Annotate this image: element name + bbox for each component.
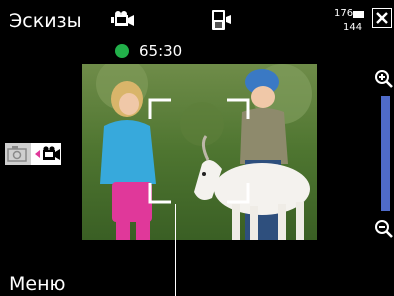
close-button[interactable] bbox=[372, 8, 392, 28]
page-title: Эскизы bbox=[9, 10, 82, 32]
focus-frame bbox=[148, 98, 250, 204]
zoom-out-icon bbox=[374, 219, 393, 238]
focus-indicator-line bbox=[175, 204, 176, 296]
close-icon bbox=[376, 12, 388, 24]
resolution-height: 144 bbox=[343, 22, 363, 33]
video-camera-icon[interactable] bbox=[110, 9, 136, 31]
menu-softkey[interactable]: Меню bbox=[9, 272, 66, 296]
viewfinder-preview[interactable] bbox=[82, 64, 317, 240]
camera-mode-switch[interactable] bbox=[5, 143, 61, 165]
phone-camera-icon[interactable] bbox=[209, 9, 233, 31]
resolution-screen-icon bbox=[353, 11, 364, 18]
recording-timer: 65:30 bbox=[139, 42, 183, 60]
resolution-indicator: 176 144 bbox=[334, 8, 368, 34]
zoom-out-button[interactable] bbox=[373, 218, 394, 239]
zoom-in-button[interactable] bbox=[373, 68, 394, 89]
resolution-width: 176 bbox=[334, 8, 354, 19]
zoom-in-icon bbox=[374, 69, 393, 88]
zoom-slider-track[interactable] bbox=[381, 96, 390, 211]
recording-status-dot bbox=[115, 44, 129, 58]
